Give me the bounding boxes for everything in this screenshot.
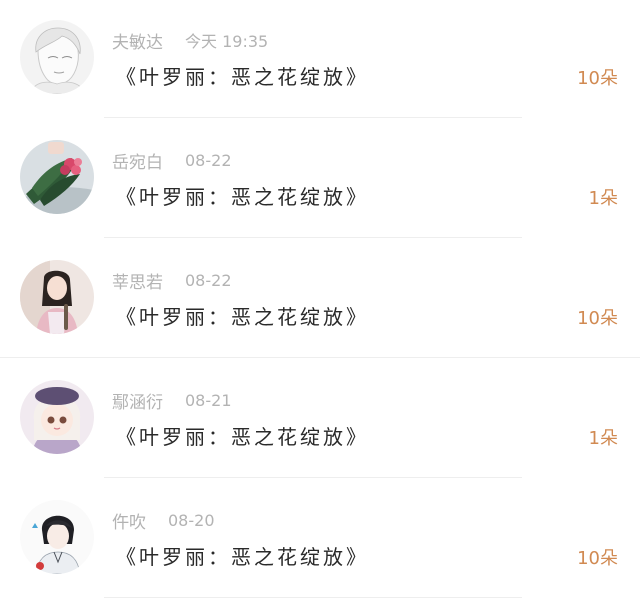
list-item[interactable]: 莘思若 08-22 《叶罗丽：恶之花绽放》 10朵 — [0, 240, 640, 360]
beret-girl-avatar-icon — [20, 380, 94, 454]
book-title[interactable]: 《叶罗丽：恶之花绽放》 — [116, 61, 369, 90]
sketch-portrait-avatar-icon — [20, 20, 94, 94]
timestamp: 08-20 — [168, 510, 215, 530]
book-title[interactable]: 《叶罗丽：恶之花绽放》 — [116, 541, 369, 570]
book-title[interactable]: 《叶罗丽：恶之花绽放》 — [116, 181, 369, 210]
timestamp: 08-22 — [185, 150, 232, 170]
flower-count: 1朵 — [588, 428, 618, 449]
avatar[interactable] — [20, 20, 94, 94]
user-name[interactable]: 仵吹 — [112, 508, 146, 533]
avatar[interactable] — [20, 500, 94, 574]
avatar[interactable] — [20, 380, 94, 454]
divider — [104, 477, 522, 478]
divider — [0, 357, 640, 358]
list-item[interactable]: 鄢涵衍 08-21 《叶罗丽：恶之花绽放》 1朵 — [0, 360, 640, 480]
list-item[interactable]: 夫敏达 今天 19:35 《叶罗丽：恶之花绽放》 10朵 — [0, 0, 640, 120]
item-meta: 仵吹 08-20 — [112, 508, 215, 533]
user-name[interactable]: 岳宛白 — [112, 148, 163, 173]
item-meta: 莘思若 08-22 — [112, 268, 232, 293]
list-item[interactable]: 岳宛白 08-22 《叶罗丽：恶之花绽放》 1朵 — [0, 120, 640, 240]
divider — [104, 597, 522, 598]
user-name[interactable]: 鄢涵衍 — [112, 388, 163, 413]
item-meta: 岳宛白 08-22 — [112, 148, 232, 173]
user-name[interactable]: 夫敏达 — [112, 28, 163, 53]
item-meta: 鄢涵衍 08-21 — [112, 388, 232, 413]
gift-record-list: 夫敏达 今天 19:35 《叶罗丽：恶之花绽放》 10朵 岳宛白 08-22 《… — [0, 0, 640, 608]
divider — [104, 117, 522, 118]
flower-count: 10朵 — [577, 548, 618, 569]
timestamp: 08-21 — [185, 390, 232, 410]
list-item[interactable]: 仵吹 08-20 《叶罗丽：恶之花绽放》 10朵 — [0, 480, 640, 600]
flower-bouquet-avatar-icon — [20, 140, 94, 214]
avatar[interactable] — [20, 260, 94, 334]
book-title[interactable]: 《叶罗丽：恶之花绽放》 — [116, 421, 369, 450]
flower-count: 1朵 — [588, 188, 618, 209]
anime-boy-avatar-icon — [20, 500, 94, 574]
user-name[interactable]: 莘思若 — [112, 268, 163, 293]
book-title[interactable]: 《叶罗丽：恶之花绽放》 — [116, 301, 369, 330]
timestamp: 今天 19:35 — [185, 32, 269, 51]
item-meta: 夫敏达 今天 19:35 — [112, 28, 269, 53]
divider — [104, 237, 522, 238]
timestamp: 08-22 — [185, 270, 232, 290]
girl-photo-avatar-icon — [20, 260, 94, 334]
flower-count: 10朵 — [577, 308, 618, 329]
avatar[interactable] — [20, 140, 94, 214]
flower-count: 10朵 — [577, 68, 618, 89]
